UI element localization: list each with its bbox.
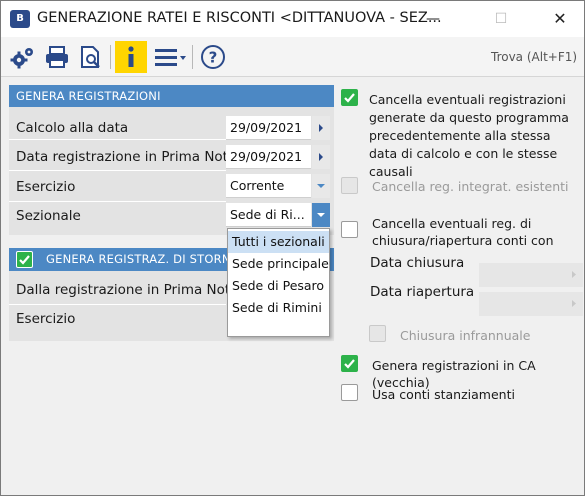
row-divider [9, 170, 226, 171]
close-button[interactable]: ✕ [540, 1, 580, 37]
window-title: GENERAZIONE RATEI E RISCONTI <DITTANUOVA… [37, 10, 442, 26]
dropdown-option[interactable]: Sede di Pesaro [228, 275, 329, 297]
genera-ca-checkbox[interactable] [341, 355, 358, 372]
row-divider [9, 139, 226, 140]
gears-icon[interactable] [7, 41, 39, 73]
chevron-right-icon [319, 153, 323, 161]
title-bar: B GENERAZIONE RATEI E RISCONTI <DITTANUO… [1, 1, 584, 37]
search-input[interactable]: Trova (Alt+F1) [485, 46, 583, 68]
calcolo-label: Calcolo alla data [16, 120, 129, 136]
check-icon [344, 359, 355, 369]
esercizio-label: Esercizio [16, 179, 76, 195]
help-icon[interactable]: ? [197, 41, 229, 73]
dropdown-option[interactable]: Sede di Rimini [228, 297, 329, 319]
chevron-right-icon [319, 124, 323, 132]
cancella-integrat-checkbox[interactable] [341, 177, 358, 194]
app-logo-icon: B [10, 10, 30, 28]
print-icon[interactable] [41, 41, 73, 73]
esercizio-dropdown-button[interactable] [312, 174, 330, 198]
toolbar-separator [192, 45, 193, 69]
info-icon[interactable] [115, 41, 147, 73]
calcolo-date-button[interactable] [312, 116, 330, 140]
chevron-right-icon [572, 300, 576, 307]
chiusura-infrannuale-checkbox[interactable] [369, 325, 386, 342]
storno-checkbox[interactable] [16, 251, 33, 268]
sezionale-dropdown-list: Tutti i sezionali Sede principale Sede d… [227, 228, 330, 337]
dalla-reg-label: Dalla registrazione in Prima Nota [16, 282, 239, 298]
data-reg-label: Data registrazione in Prima Nota [16, 149, 237, 165]
genera-section-header: GENERA REGISTRAZIONI [9, 85, 334, 107]
check-icon [344, 93, 355, 103]
window: B GENERAZIONE RATEI E RISCONTI <DITTANUO… [0, 0, 585, 496]
cancella-integrat-label: Cancella reg. integrat. esistenti [372, 179, 569, 194]
maximize-button[interactable]: ☐ [481, 1, 521, 37]
menu-icon[interactable] [151, 41, 189, 73]
data-reg-date-field[interactable]: 29/09/2021 [226, 145, 311, 169]
row-divider [9, 201, 226, 202]
usa-conti-label: Usa conti stanziamenti [372, 387, 515, 402]
chevron-down-icon [317, 184, 325, 188]
cancella-chiusura-label: Cancella eventuali reg. di chiusura/riap… [372, 216, 554, 248]
data-riapertura-field[interactable] [479, 292, 583, 316]
esercizio-select[interactable]: Corrente [226, 174, 311, 198]
sezionale-label: Sezionale [16, 208, 81, 224]
cancella-eventuali-checkbox[interactable] [341, 89, 358, 106]
chiusura-infrannuale-label: Chiusura infrannuale [400, 328, 531, 343]
sezionale-select[interactable]: Sede di Ri... [226, 203, 311, 227]
data-reg-date-button[interactable] [312, 145, 330, 169]
toolbar-separator [110, 45, 111, 69]
dropdown-option[interactable]: Sede principale [228, 253, 329, 275]
dropdown-option[interactable]: Tutti i sezionali [228, 231, 329, 253]
data-riapertura-label: Data riapertura [370, 284, 475, 300]
usa-conti-checkbox[interactable] [341, 384, 358, 401]
cancella-chiusura-checkbox[interactable] [341, 221, 358, 238]
toolbar: ? Trova (Alt+F1) [1, 37, 584, 77]
calcolo-date-field[interactable]: 29/09/2021 [226, 116, 311, 140]
cancella-eventuali-label: Cancella eventuali registrazioni generat… [369, 92, 569, 179]
data-chiusura-field[interactable] [479, 263, 583, 287]
svg-text:?: ? [209, 49, 218, 67]
chevron-down-icon [317, 213, 325, 217]
preview-icon[interactable] [75, 41, 107, 73]
data-chiusura-label: Data chiusura [370, 255, 465, 271]
minimize-button[interactable]: — [413, 1, 453, 37]
check-icon [19, 255, 30, 265]
sezionale-dropdown-button[interactable] [312, 203, 330, 227]
chevron-right-icon [572, 271, 576, 278]
storno-esercizio-label: Esercizio [16, 311, 76, 327]
row-divider [9, 304, 226, 305]
